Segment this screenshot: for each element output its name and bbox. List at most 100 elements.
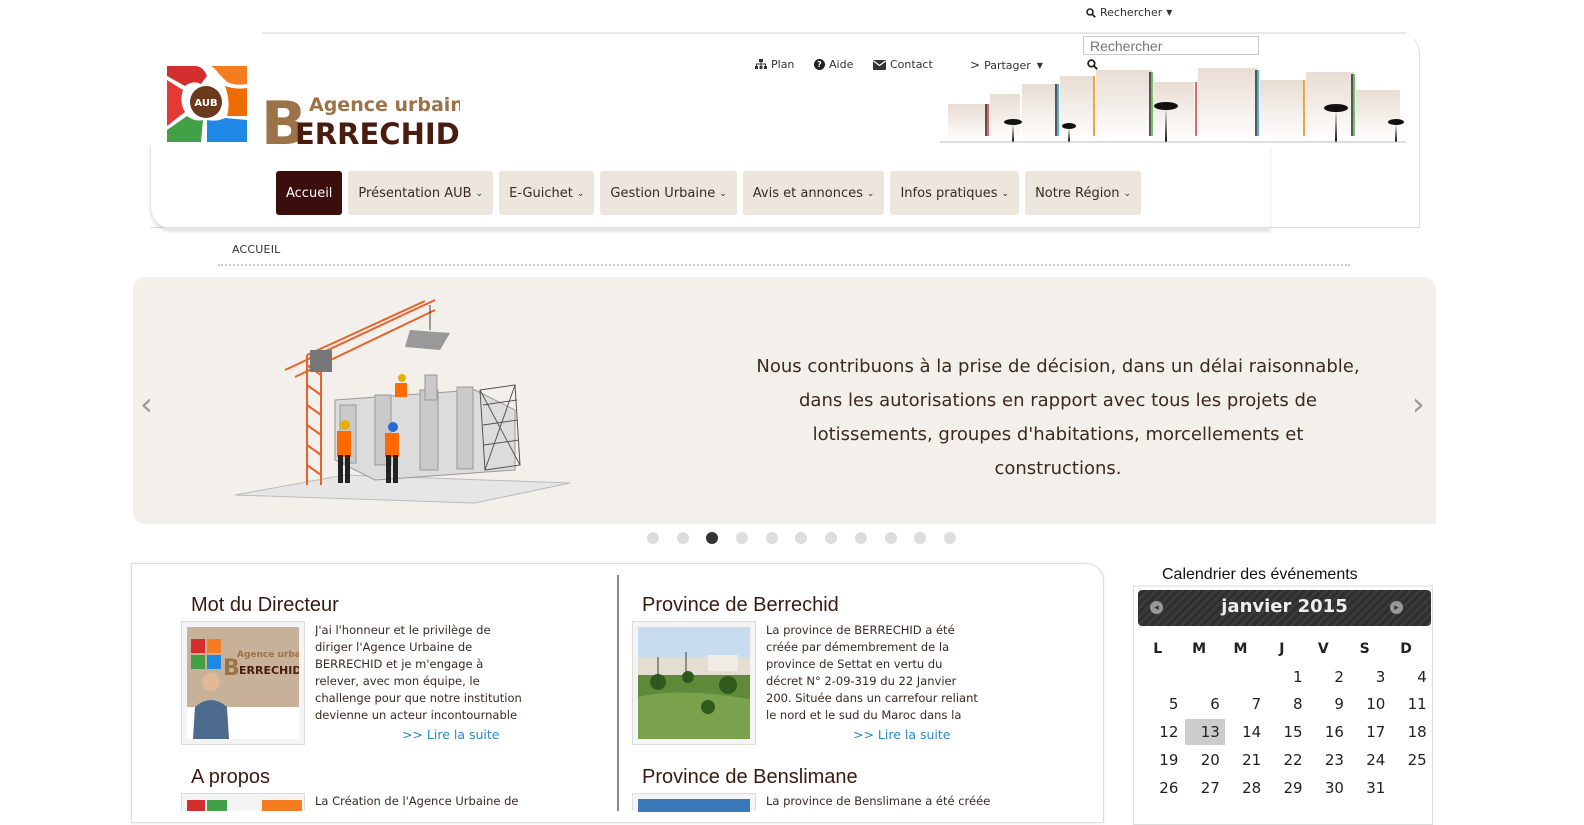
nav-label: Présentation AUB: [358, 185, 472, 201]
calendar-day[interactable]: 22: [1268, 747, 1308, 773]
slider-dot[interactable]: [736, 532, 749, 544]
breadcrumb[interactable]: ACCUEIL: [232, 243, 280, 256]
header-top-line: [262, 32, 1407, 34]
calendar-day[interactable]: 19: [1144, 747, 1184, 773]
slider-dot[interactable]: [825, 532, 838, 544]
svg-text:Agence urbaine: Agence urbaine: [237, 650, 299, 660]
nav-presentation-aub[interactable]: Présentation AUB ⌄: [348, 171, 494, 215]
nav-avis-annonces[interactable]: Avis et annonces ⌄: [742, 171, 885, 215]
section-title-directeur: Mot du Directeur: [191, 594, 339, 616]
calendar-day[interactable]: 2: [1309, 663, 1349, 690]
read-more-berrechid-link[interactable]: >> Lire la suite: [853, 727, 951, 742]
calendar-day[interactable]: 25: [1392, 747, 1432, 773]
calendar-day[interactable]: 23: [1309, 747, 1349, 773]
section-text-apropos: La Création de l'Agence Urbaine de: [315, 794, 519, 808]
slider-next-arrow[interactable]: ›: [1412, 385, 1425, 423]
chevron-down-icon: ⌄: [475, 189, 484, 199]
slider-dot[interactable]: [676, 532, 689, 544]
calendar-day[interactable]: 9: [1309, 691, 1349, 718]
calendar-next-button[interactable]: ▸: [1390, 601, 1403, 614]
calendar-empty-cell: [1392, 775, 1431, 801]
nav-e-guichet[interactable]: E-Guichet ⌄: [499, 171, 595, 215]
slider-dot[interactable]: [795, 532, 808, 544]
question-circle-icon: ?: [814, 59, 825, 70]
calendar-day[interactable]: 14: [1226, 719, 1267, 746]
calendar-day[interactable]: 5: [1144, 691, 1184, 718]
calendar-month-label: janvier 2015: [1221, 596, 1348, 617]
read-more-directeur-link[interactable]: >> Lire la suite: [402, 727, 500, 742]
calendar-day[interactable]: 12: [1144, 719, 1184, 746]
calendar-day[interactable]: 24: [1350, 747, 1391, 773]
calendar-day[interactable]: 30: [1309, 774, 1349, 801]
nav-label: E-Guichet: [509, 185, 573, 201]
nav-infos-pratiques[interactable]: Infos pratiques ⌄: [890, 171, 1020, 215]
agency-logo[interactable]: AUB Agence urbaine B ERRECHID: [165, 62, 477, 159]
plan-link[interactable]: Plan: [755, 58, 794, 71]
slider-dot[interactable]: [765, 532, 778, 544]
search-icon: [1086, 7, 1096, 18]
caret-down-icon: ▼: [1166, 8, 1173, 17]
slider-dot[interactable]: [943, 532, 956, 544]
calendar-day[interactable]: 15: [1268, 719, 1308, 746]
calendar-day[interactable]: 7: [1226, 691, 1267, 718]
berrechid-photo[interactable]: [632, 621, 756, 745]
section-text-berrechid: La province de BERRECHID a été créée par…: [766, 623, 978, 722]
slider-dot[interactable]: [647, 532, 659, 544]
calendar-weekday-header: M: [1233, 640, 1248, 657]
chevron-right-icon: ▸: [1394, 602, 1399, 613]
search-toggle[interactable]: Rechercher ▼: [1086, 6, 1172, 19]
calendar-day[interactable]: 27: [1185, 774, 1225, 801]
calendar-day[interactable]: 11: [1392, 691, 1432, 718]
plan-link-label: Plan: [771, 58, 795, 71]
chevron-down-icon: ⌄: [1001, 189, 1010, 199]
search-input[interactable]: [1083, 36, 1259, 55]
svg-text:ERRECHID: ERRECHID: [295, 117, 460, 148]
calendar-day[interactable]: 13: [1185, 719, 1225, 746]
benslimane-thumb[interactable]: [632, 793, 756, 812]
calendar-day[interactable]: 6: [1185, 691, 1225, 718]
nav-notre-region[interactable]: Notre Région ⌄: [1025, 171, 1142, 215]
calendar-weekday-row: LMMJVSD: [1143, 635, 1433, 663]
slider-dot[interactable]: [884, 532, 897, 544]
slider-dot[interactable]: [854, 532, 867, 544]
aide-link[interactable]: ? Aide: [814, 58, 853, 71]
calendar-day[interactable]: 20: [1185, 747, 1225, 773]
calendar-day[interactable]: 18: [1392, 719, 1432, 746]
calendar-weekday-header: L: [1153, 640, 1163, 657]
director-photo[interactable]: Agence urbaine B ERRECHID: [181, 621, 316, 745]
calendar-day[interactable]: 17: [1350, 719, 1391, 746]
calendar-weekday-header: J: [1279, 640, 1285, 657]
city-skyline-illustration: [940, 64, 1406, 144]
svg-text:B: B: [223, 656, 240, 681]
nav-label: Infos pratiques: [900, 185, 998, 201]
calendar-week-row: 1234: [1143, 663, 1433, 691]
slider-dot[interactable]: [914, 532, 927, 544]
slider-pagination: [647, 532, 956, 544]
svg-text:ERRECHID: ERRECHID: [239, 664, 299, 677]
envelope-icon: [873, 59, 886, 70]
calendar-day[interactable]: 29: [1268, 774, 1308, 801]
nav-gestion-urbaine[interactable]: Gestion Urbaine ⌄: [600, 171, 737, 215]
calendar-day[interactable]: 31: [1350, 774, 1391, 801]
contact-link[interactable]: Contact: [873, 58, 933, 71]
calendar-day[interactable]: 16: [1309, 719, 1349, 746]
apropos-thumb[interactable]: [181, 793, 305, 811]
calendar-prev-button[interactable]: ◂: [1150, 601, 1163, 614]
slider-prev-arrow[interactable]: ‹: [140, 385, 153, 423]
calendar-day[interactable]: 26: [1144, 774, 1184, 801]
calendar-day[interactable]: 3: [1350, 663, 1391, 690]
slider-dot[interactable]: [706, 532, 719, 544]
chevron-down-icon: ⌄: [719, 189, 727, 199]
calendar-day[interactable]: 8: [1268, 691, 1308, 718]
calendar-week-row: 5 6 7 8 9 10 11: [1143, 691, 1433, 719]
calendar-weekday-header: D: [1400, 640, 1412, 657]
calendar-day[interactable]: 4: [1392, 663, 1432, 690]
nav-accueil[interactable]: Accueil: [276, 171, 343, 215]
calendar-day[interactable]: 10: [1350, 691, 1391, 718]
calendar-day[interactable]: 1: [1268, 663, 1308, 690]
section-title-apropos: A propos: [191, 766, 270, 788]
calendar-weekday-header: V: [1317, 640, 1329, 657]
aide-link-label: Aide: [829, 58, 854, 71]
calendar-day[interactable]: 21: [1226, 747, 1267, 773]
calendar-day[interactable]: 28: [1226, 774, 1267, 801]
